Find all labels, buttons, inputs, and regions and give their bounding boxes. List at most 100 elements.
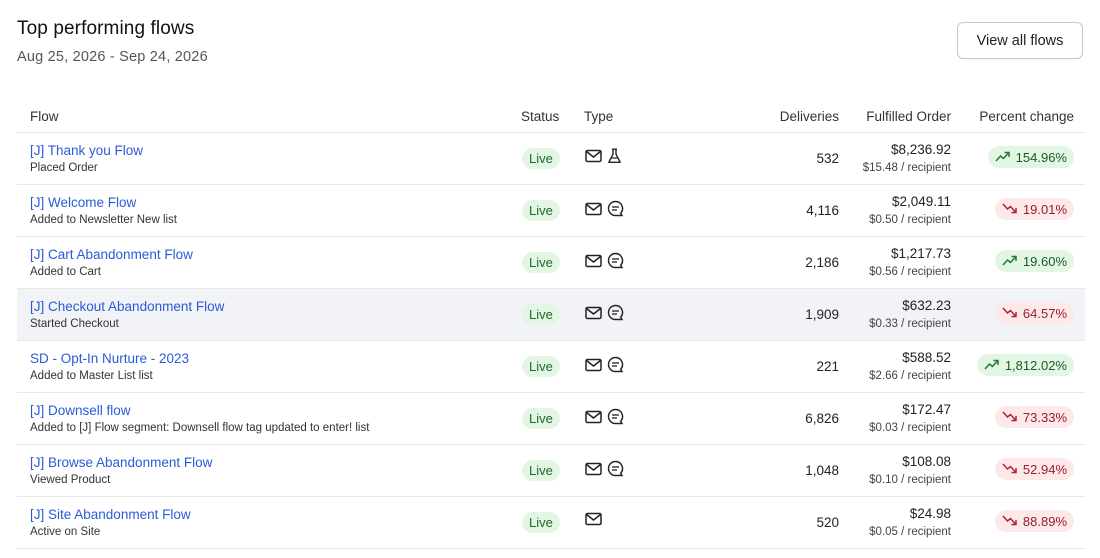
table-row[interactable]: SD - Opt-In Nurture - 2023 Added to Mast… <box>17 341 1085 393</box>
per-recipient-value: $2.66 / recipient <box>869 370 951 382</box>
percent-change-value: 1,812.02% <box>1004 357 1067 373</box>
status-badge: Live <box>522 252 560 273</box>
percent-change-badge: 19.60% <box>994 250 1074 272</box>
email-icon <box>585 306 602 320</box>
percent-change-value: 154.96% <box>1015 149 1067 165</box>
flow-name-link[interactable]: [J] Checkout Abandonment Flow <box>30 299 224 314</box>
status-badge: Live <box>522 356 560 377</box>
type-icons <box>585 148 622 164</box>
sms-icon <box>607 200 624 217</box>
trend-down-arrow-icon <box>1002 202 1017 217</box>
table-row[interactable]: [J] Thank you Flow Placed Order Live 532… <box>17 133 1085 185</box>
percent-change-badge: 88.89% <box>994 510 1074 532</box>
trend-up-arrow-icon <box>984 358 999 373</box>
percent-change-value: 52.94% <box>1022 461 1067 477</box>
trend-up-arrow-icon <box>995 150 1010 165</box>
table-body: [J] Thank you Flow Placed Order Live 532… <box>17 133 1085 549</box>
fulfilled-order-amount: $172.47 <box>902 402 951 417</box>
type-icons <box>585 200 624 217</box>
flows-table: Flow Status Type Deliveries Fulfilled Or… <box>17 100 1085 549</box>
flow-name-link[interactable]: [J] Site Abandonment Flow <box>30 507 191 522</box>
fulfilled-order-amount: $2,049.11 <box>891 194 951 209</box>
trend-down-arrow-icon <box>1002 306 1017 321</box>
type-icons <box>585 408 624 425</box>
deliveries-value: 520 <box>816 515 839 530</box>
table-row[interactable]: [J] Downsell flow Added to [J] Flow segm… <box>17 393 1085 445</box>
table-header: Flow Status Type Deliveries Fulfilled Or… <box>17 100 1085 133</box>
fulfilled-order-amount: $1,217.73 <box>890 246 951 261</box>
percent-change-value: 19.01% <box>1022 201 1067 217</box>
table-row[interactable]: [J] Cart Abandonment Flow Added to Cart … <box>17 237 1085 289</box>
flow-trigger: Placed Order <box>30 162 98 174</box>
trend-down-arrow-icon <box>1002 462 1017 477</box>
status-badge: Live <box>522 148 560 169</box>
deliveries-value: 1,048 <box>805 463 839 478</box>
flow-trigger: Added to Cart <box>30 266 101 278</box>
flow-trigger: Added to [J] Flow segment: Downsell flow… <box>30 422 370 434</box>
percent-change-value: 88.89% <box>1022 513 1067 529</box>
fulfilled-order-amount: $588.52 <box>902 350 951 365</box>
email-icon <box>585 202 602 216</box>
column-header-deliveries: Deliveries <box>779 109 839 124</box>
status-badge: Live <box>522 460 560 481</box>
deliveries-value: 221 <box>816 359 839 374</box>
flow-trigger: Added to Newsletter New list <box>30 214 178 226</box>
table-row[interactable]: [J] Welcome Flow Added to Newsletter New… <box>17 185 1085 237</box>
status-badge: Live <box>522 200 560 221</box>
column-header-percent-change: Percent change <box>979 109 1074 124</box>
flow-trigger: Active on Site <box>30 526 101 538</box>
email-icon <box>585 254 602 268</box>
flow-trigger: Started Checkout <box>30 318 119 330</box>
sms-icon <box>607 356 624 373</box>
type-icons <box>585 460 624 477</box>
status-badge: Live <box>522 408 560 429</box>
fulfilled-order-amount: $8,236.92 <box>890 142 951 157</box>
table-row[interactable]: [J] Site Abandonment Flow Active on Site… <box>17 497 1085 549</box>
trend-down-arrow-icon <box>1002 514 1017 529</box>
per-recipient-value: $15.48 / recipient <box>862 162 951 174</box>
per-recipient-value: $0.33 / recipient <box>869 318 951 330</box>
percent-change-value: 73.33% <box>1022 409 1067 425</box>
per-recipient-value: $0.56 / recipient <box>869 266 951 278</box>
email-icon <box>585 462 602 476</box>
view-all-flows-button[interactable]: View all flows <box>957 22 1083 59</box>
table-row[interactable]: [J] Checkout Abandonment Flow Started Ch… <box>17 289 1085 341</box>
per-recipient-value: $0.03 / recipient <box>869 422 951 434</box>
type-icons <box>585 252 624 269</box>
column-header-type: Type <box>584 109 614 124</box>
trend-down-arrow-icon <box>1002 410 1017 425</box>
sms-icon <box>607 408 624 425</box>
status-badge: Live <box>522 304 560 325</box>
type-icons <box>585 512 602 526</box>
fulfilled-order-amount: $24.98 <box>909 506 951 521</box>
per-recipient-value: $0.50 / recipient <box>869 214 951 226</box>
sms-icon <box>607 252 624 269</box>
flow-name-link[interactable]: [J] Welcome Flow <box>30 195 136 210</box>
deliveries-value: 532 <box>816 151 839 166</box>
deliveries-value: 1,909 <box>805 307 839 322</box>
percent-change-badge: 19.01% <box>994 198 1074 220</box>
type-icons <box>585 304 624 321</box>
flow-name-link[interactable]: [J] Cart Abandonment Flow <box>30 247 193 262</box>
fulfilled-order-amount: $632.23 <box>902 298 951 313</box>
flow-trigger: Added to Master List list <box>30 370 153 382</box>
email-icon <box>585 410 602 424</box>
percent-change-badge: 52.94% <box>994 458 1074 480</box>
email-icon <box>585 512 602 526</box>
flow-name-link[interactable]: [J] Thank you Flow <box>30 143 143 158</box>
email-icon <box>585 358 602 372</box>
date-range: Aug 25, 2026 - Sep 24, 2026 <box>17 49 208 65</box>
column-header-fulfilled-order: Fulfilled Order <box>866 109 951 124</box>
percent-change-badge: 154.96% <box>987 146 1074 168</box>
deliveries-value: 6,826 <box>805 411 839 426</box>
percent-change-badge: 64.57% <box>994 302 1074 324</box>
percent-change-value: 64.57% <box>1022 305 1067 321</box>
flow-name-link[interactable]: SD - Opt-In Nurture - 2023 <box>30 351 189 366</box>
trend-up-arrow-icon <box>1002 254 1017 269</box>
percent-change-badge: 73.33% <box>994 406 1074 428</box>
deliveries-value: 4,116 <box>806 203 839 218</box>
flow-name-link[interactable]: [J] Browse Abandonment Flow <box>30 455 212 470</box>
flow-name-link[interactable]: [J] Downsell flow <box>30 403 131 418</box>
page-title: Top performing flows <box>17 18 195 39</box>
table-row[interactable]: [J] Browse Abandonment Flow Viewed Produ… <box>17 445 1085 497</box>
